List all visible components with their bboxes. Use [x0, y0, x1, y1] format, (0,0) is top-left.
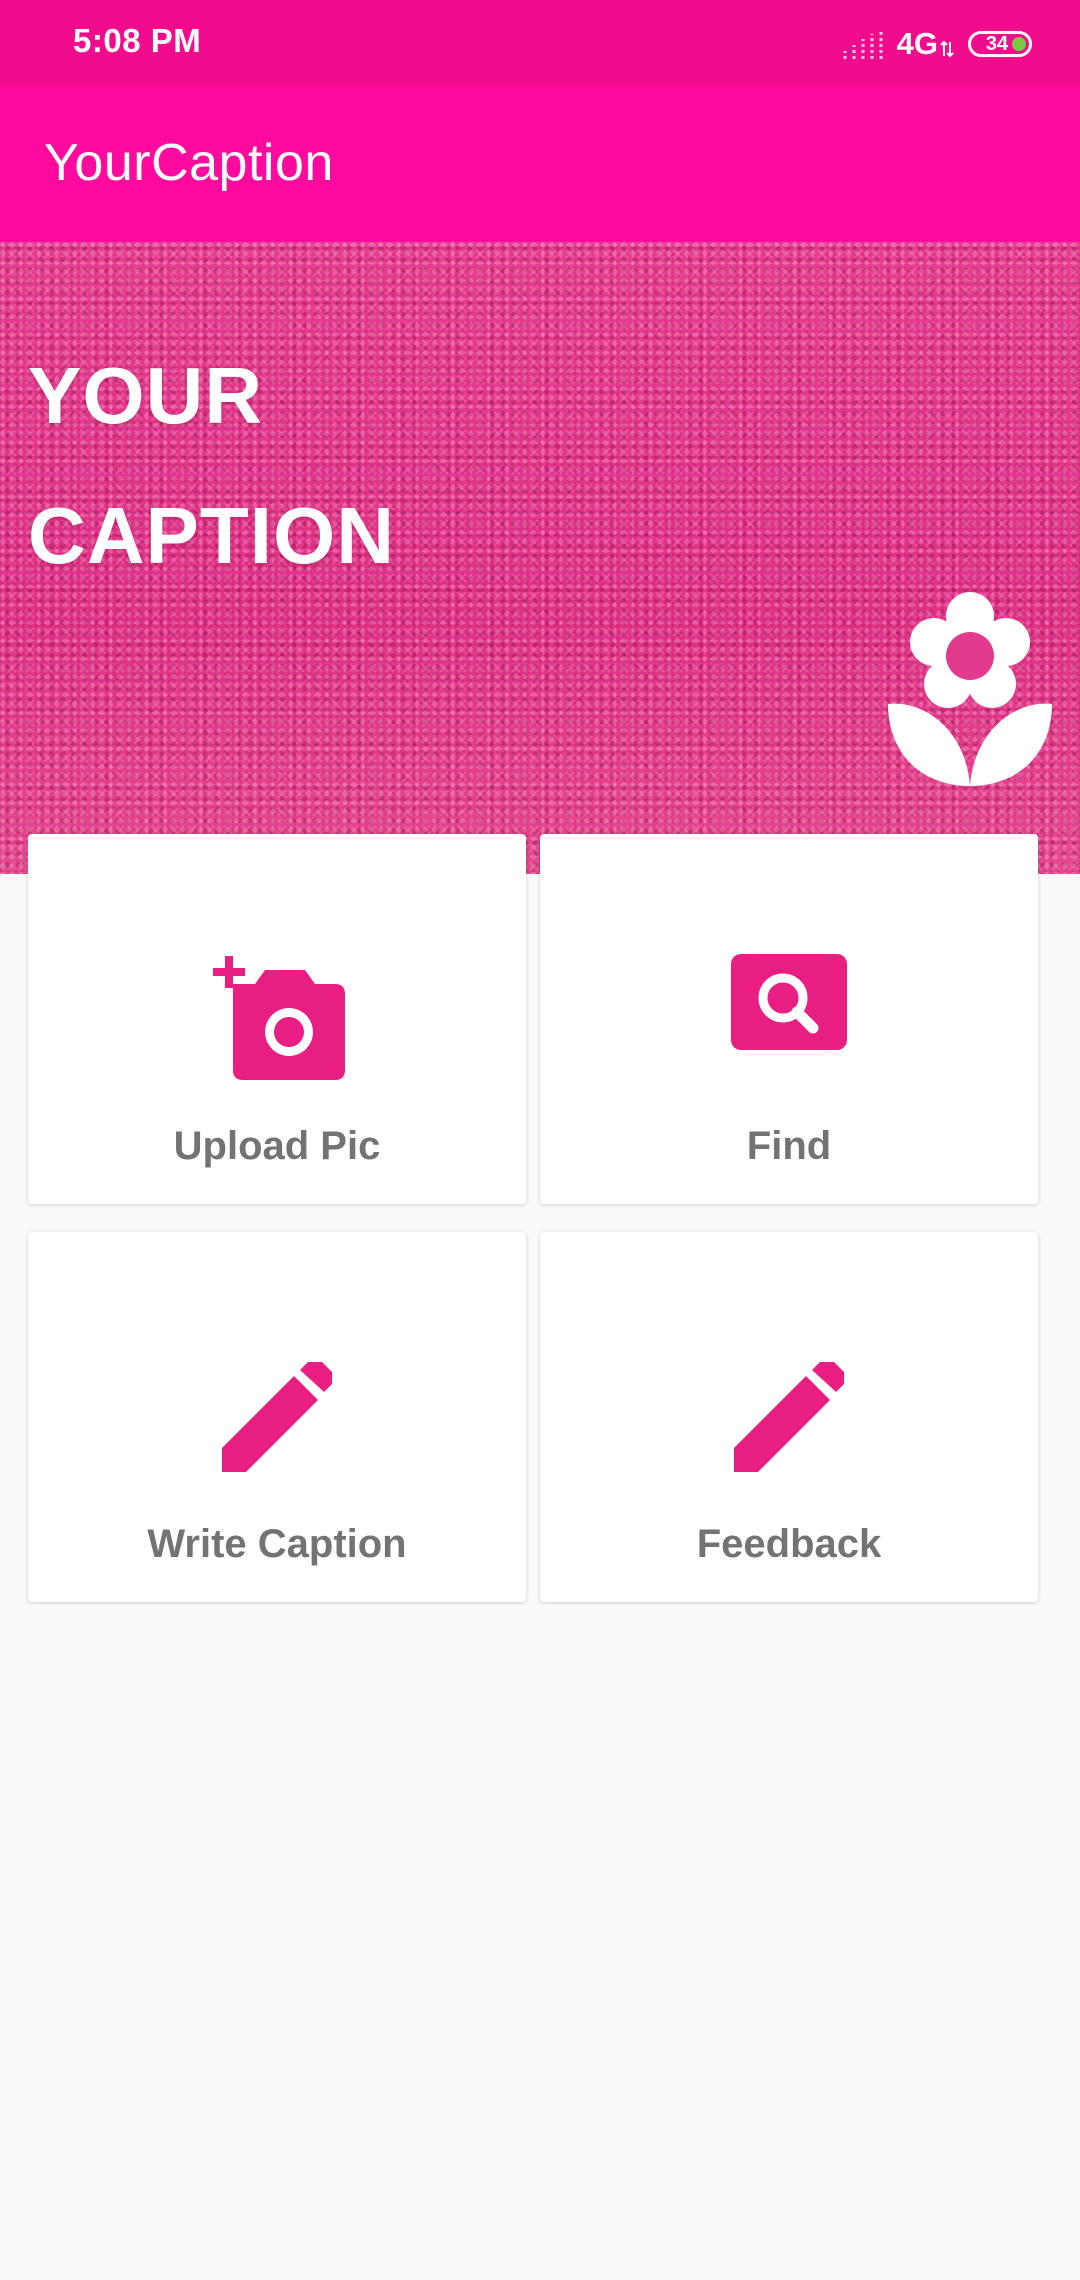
- write-caption-label: Write Caption: [147, 1522, 407, 1566]
- signal-icon: [843, 29, 883, 59]
- app-title: YourCaption: [44, 134, 334, 192]
- status-icons: 4G 34: [841, 24, 1032, 64]
- battery-level: 34: [985, 32, 1009, 55]
- pencil-icon: [222, 1362, 332, 1472]
- search-icon: [731, 954, 847, 1050]
- hero-title-line1: YOUR: [28, 351, 264, 440]
- pencil-icon: [734, 1362, 844, 1472]
- network-type-label: 4G: [896, 26, 938, 61]
- upload-pic-card[interactable]: Upload Pic: [28, 834, 526, 1204]
- battery-charge-indicator: [1012, 37, 1026, 51]
- flower-icon: [888, 592, 1052, 786]
- data-arrows-icon: [940, 40, 954, 58]
- find-label: Find: [746, 1124, 832, 1168]
- battery-icon: 34: [968, 31, 1032, 57]
- status-bar: 5:08 PM 4G 34: [0, 0, 1080, 87]
- feedback-card[interactable]: Feedback: [540, 1232, 1038, 1602]
- hero-title-line2: CAPTION: [28, 491, 395, 580]
- write-caption-card[interactable]: Write Caption: [28, 1232, 526, 1602]
- hero-banner: YOUR CAPTION: [0, 242, 1080, 874]
- find-card[interactable]: Find: [540, 834, 1038, 1204]
- status-time: 5:08 PM: [73, 22, 202, 59]
- upload-pic-label: Upload Pic: [173, 1124, 381, 1168]
- feedback-label: Feedback: [696, 1522, 882, 1566]
- app-bar: YourCaption: [0, 87, 1080, 242]
- add-photo-icon: [213, 956, 345, 1080]
